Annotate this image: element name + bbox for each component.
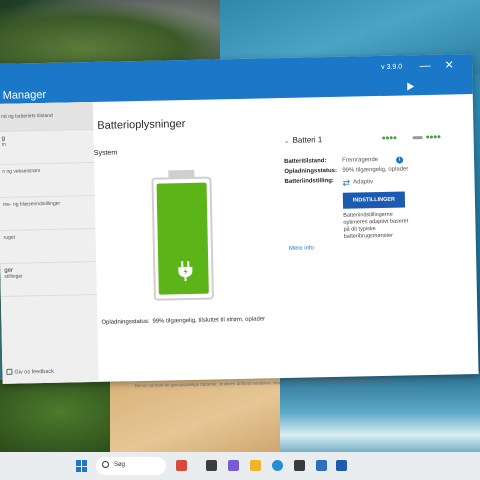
store-icon[interactable] bbox=[294, 460, 305, 471]
search-icon bbox=[102, 461, 109, 468]
sidebar-item-label: m bbox=[1, 141, 6, 148]
sidebar-item-power[interactable]: n og vekselstrøm bbox=[0, 162, 95, 198]
sidebar-item-manager-settings[interactable]: ger stillinger bbox=[0, 261, 97, 297]
sidebar-item-battery-info[interactable]: nd og batteriets tilstand bbox=[0, 101, 94, 132]
chevron-down-icon[interactable]: ⌄ bbox=[284, 137, 290, 145]
file-explorer-icon[interactable] bbox=[250, 460, 261, 471]
system-label: System bbox=[93, 149, 118, 157]
charge-status-label: Opladningsstatus: bbox=[101, 318, 150, 326]
info-icon[interactable]: i bbox=[396, 156, 404, 164]
battery-icon bbox=[151, 169, 214, 301]
main-content: Batterioplysninger System Opladningsstat… bbox=[93, 94, 479, 388]
edge-browser-icon[interactable] bbox=[272, 460, 283, 471]
health-label: Batteritilstand: bbox=[284, 158, 327, 165]
settings-button[interactable]: INDSTILLINGER bbox=[342, 191, 406, 209]
sidebar-item-label: ruget bbox=[3, 234, 16, 241]
sidebar-item-header bbox=[4, 233, 96, 235]
adaptive-icon: ⇄ bbox=[342, 177, 351, 188]
sidebar-item-thermal[interactable]: me- og blæserindstillinger bbox=[0, 195, 96, 231]
health-value-wrap: Fremragende i bbox=[342, 156, 404, 164]
copilot-icon[interactable] bbox=[228, 460, 239, 471]
battery-1-header[interactable]: ⌄ Batteri 1 ●●●● ●●●● bbox=[284, 132, 464, 145]
status-dots-left: ●●●● bbox=[381, 134, 397, 142]
settings-description: Batteriindstillingerne optimeres adaptiv… bbox=[343, 211, 409, 240]
power-manager-taskbar-icon[interactable] bbox=[336, 460, 347, 471]
windows-start-icon[interactable] bbox=[76, 460, 88, 472]
sidebar-item-label: nd og batteriets tilstand bbox=[1, 112, 53, 120]
plug-icon bbox=[178, 261, 193, 282]
charge-status-value: 99% tilgængelig, tilsluttet til strøm, o… bbox=[152, 316, 266, 325]
version-label: v 3.9.0 bbox=[381, 63, 403, 71]
dell-app-icon[interactable] bbox=[316, 460, 327, 471]
feedback-label: Giv os feedback bbox=[14, 368, 54, 376]
widgets-icon[interactable] bbox=[176, 460, 187, 471]
setting-value-wrap: ⇄ Adaptiv bbox=[342, 177, 373, 189]
more-info-link[interactable]: Mere info bbox=[289, 245, 314, 252]
status-dots-right: ●●●● bbox=[425, 133, 441, 142]
taskbar-search-label: Søg bbox=[114, 462, 126, 468]
sidebar-item-label: me- og blæserindstillinger bbox=[2, 200, 61, 208]
battery-details-panel: ⌄ Batteri 1 ●●●● ●●●● Batteritilstand: Fr… bbox=[284, 132, 465, 252]
status-bar bbox=[412, 136, 423, 140]
page-title: Batterioplysninger bbox=[97, 118, 186, 132]
power-manager-window: Manager v 3.9.0 — ✕ nd og batteriets til… bbox=[0, 54, 479, 388]
health-value: Fremragende bbox=[342, 157, 379, 164]
sidebar-item-label: stillinger bbox=[4, 273, 23, 280]
sidebar-item-header: g bbox=[1, 135, 5, 142]
taskbar: Søg bbox=[0, 452, 480, 480]
sidebar: nd og batteriets tilstand g m n og vekse… bbox=[0, 101, 99, 384]
feedback-link[interactable]: Giv os feedback bbox=[6, 368, 54, 376]
close-button[interactable]: ✕ bbox=[442, 58, 456, 72]
setting-value: Adaptiv bbox=[353, 179, 374, 186]
sidebar-item-label: n og vekselstrøm bbox=[2, 168, 41, 175]
minimize-button[interactable]: — bbox=[418, 59, 432, 73]
charge-label: Opladningsstatus: bbox=[284, 167, 338, 175]
taskbar-search[interactable]: Søg bbox=[96, 457, 166, 475]
task-view-icon[interactable] bbox=[206, 460, 217, 471]
feedback-icon bbox=[6, 368, 13, 375]
charge-status: Opladningsstatus: 99% tilgængelig, tilslu… bbox=[101, 316, 265, 325]
sidebar-item-battery-settings[interactable]: g m bbox=[0, 129, 95, 165]
battery-level-fill bbox=[156, 182, 209, 295]
app-title: Manager bbox=[2, 88, 47, 102]
sidebar-item-usage[interactable]: ruget bbox=[0, 228, 97, 264]
battery-body bbox=[151, 176, 214, 301]
desktop-waves bbox=[280, 372, 480, 462]
setting-label: Batteriindstilling: bbox=[284, 177, 334, 185]
battery-1-title: Batteri 1 bbox=[292, 135, 323, 145]
charge-value: 99% tilgængelig, oplader bbox=[342, 166, 409, 174]
